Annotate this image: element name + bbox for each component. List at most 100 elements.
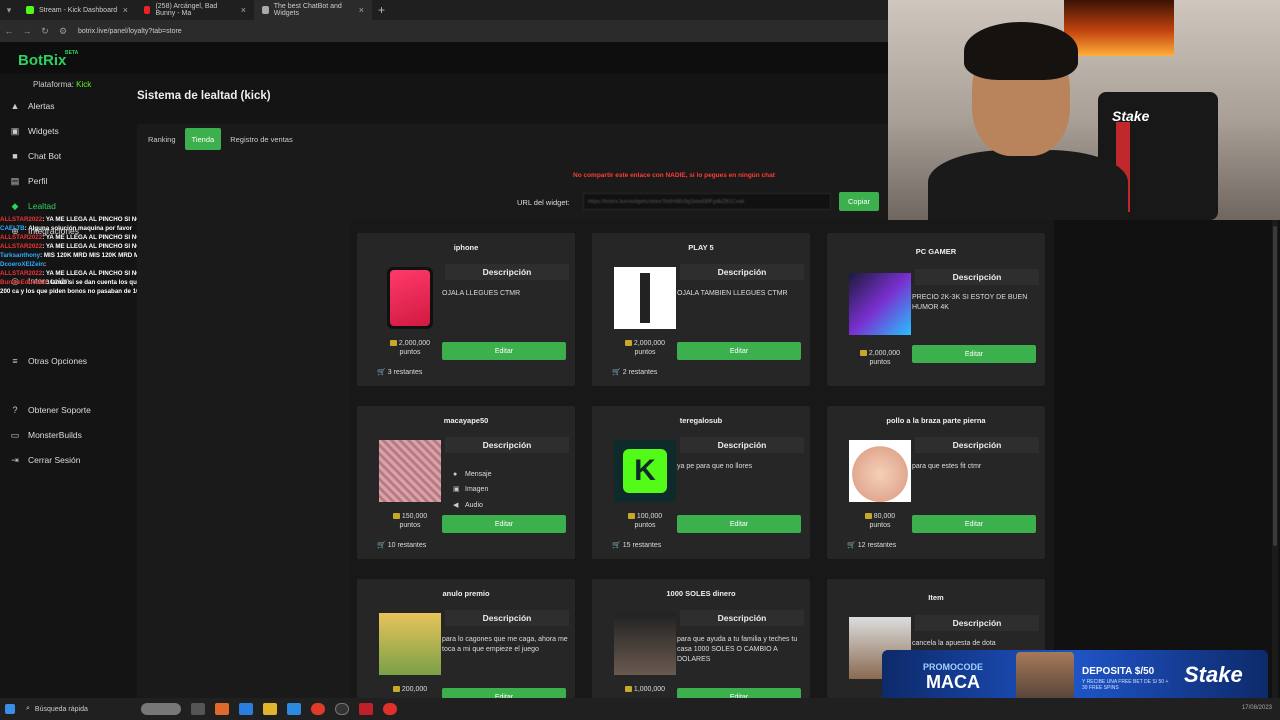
item-description: ya pe para que no llores	[677, 463, 753, 470]
promo-code-block: PROMOCODE MACA	[890, 662, 1016, 693]
search-placeholder: Búsqueda rápida	[34, 705, 88, 713]
edit-button[interactable]: Editar	[442, 342, 566, 360]
profile-icon: ▤	[10, 175, 20, 186]
task-view-icon[interactable]	[191, 703, 205, 715]
taskbar-search[interactable]: ⌕ Búsqueda rápida	[26, 705, 136, 713]
tab-tienda[interactable]: Tienda	[184, 128, 222, 150]
browser-tab-youtube[interactable]: (258) Arcángel, Bad Bunny - Ma ×	[136, 0, 254, 20]
sidebar-item-alertas[interactable]: ▲ Alertas	[10, 98, 55, 114]
edit-button[interactable]: Editar	[442, 515, 566, 533]
sidebar-item-label: Chat Bot	[28, 151, 62, 161]
edit-button[interactable]: Editar	[912, 345, 1036, 363]
streamer-hair	[964, 22, 1078, 80]
item-price: 2,000,000 puntos	[379, 339, 441, 358]
item-name: pollo a la braza parte pierna	[886, 416, 986, 425]
item-description: cancela la apuesta de dota	[912, 640, 996, 647]
stake-logo: Stake	[1112, 108, 1150, 124]
tab-menu-icon[interactable]: ▾	[0, 5, 18, 16]
tab-registro-ventas[interactable]: Registro de ventas	[223, 128, 300, 150]
description-list-label: Mensaje	[465, 471, 492, 478]
widget-url-label: URL del widget:	[517, 198, 570, 207]
item-price: 1,000,000	[614, 685, 676, 694]
promo-offer-sub: Y RECIBE UNA FREE BET DE S/ 50 + 30 FREE…	[1082, 679, 1169, 691]
edge-icon[interactable]	[239, 703, 253, 715]
item-name: teregalosub	[679, 416, 723, 425]
stock-text: 2 restantes	[622, 369, 658, 376]
back-icon[interactable]: ←	[0, 26, 18, 36]
chrome-icon[interactable]	[311, 703, 325, 715]
item-description: para que ayuda a tu familia y teches tu …	[677, 636, 798, 663]
chat-user: BurritoEducado	[0, 278, 47, 286]
item-name: PLAY 5	[688, 243, 714, 252]
tab-label: The best ChatBot and Widgets	[273, 3, 342, 17]
edit-button[interactable]: Editar	[442, 688, 566, 698]
item-price: 80,000 puntos	[849, 512, 911, 531]
app-icon[interactable]	[215, 703, 229, 715]
description-heading: Descripción	[915, 615, 1039, 631]
sidebar-item-monsterbuilds[interactable]: ▭ MonsterBuilds	[10, 427, 82, 443]
panel-tabs: Ranking Tienda Registro de ventas	[141, 128, 300, 150]
warning-text: No compartir este enlace con NADIE, si l…	[573, 172, 775, 179]
sidebar-item-perfil[interactable]: ▤ Perfil	[10, 173, 48, 189]
scrollbar-thumb[interactable]	[1273, 226, 1277, 546]
tab-label: (258) Arcángel, Bad Bunny - Ma	[155, 3, 218, 17]
sidebar-item-label: Cerrar Sesión	[28, 455, 81, 465]
streamer-webcam: Stake	[888, 0, 1280, 220]
chat-user: ALLSTAR2022	[0, 269, 43, 277]
edit-button[interactable]: Editar	[677, 515, 801, 533]
sidebar-item-cerrar-sesion[interactable]: ⇥ Cerrar Sesión	[10, 452, 80, 468]
system-tray[interactable]: 17/08/2023	[1242, 705, 1272, 712]
chat-user: ALLSTAR2022	[0, 216, 43, 223]
cart-icon: 🛒	[612, 369, 621, 376]
edit-button[interactable]: Editar	[677, 688, 801, 698]
reload-icon[interactable]: ↻	[36, 26, 54, 37]
item-stock: 🛒 15 restantes	[612, 541, 661, 549]
windows-start-icon[interactable]	[5, 704, 15, 714]
kick-favicon-icon	[26, 6, 34, 14]
browser-tab-kick[interactable]: Stream - Kick Dashboard ×	[18, 0, 136, 20]
chat-text: : Alguna solución maquina por favor	[24, 224, 133, 232]
chat-user: ALLSTAR2022	[0, 242, 43, 250]
url-field[interactable]: botrix.live/panel/loyalty?tab=store	[78, 28, 182, 35]
app-red-icon[interactable]	[359, 703, 373, 715]
widget-url-input[interactable]: https://botrix.live/widgets/store?bid=kB…	[583, 193, 831, 210]
item-description: para que estes fit ctmr	[912, 463, 982, 470]
browser-tab-botrix[interactable]: The best ChatBot and Widgets ×	[254, 0, 372, 20]
folder-icon[interactable]	[263, 703, 277, 715]
sidebar-item-widgets[interactable]: ▣ Widgets	[10, 123, 59, 139]
close-icon[interactable]: ×	[359, 5, 364, 15]
chat-user: CAELTB	[0, 224, 25, 232]
price-unit: puntos	[634, 522, 656, 530]
close-icon[interactable]: ×	[123, 5, 128, 15]
tab-ranking[interactable]: Ranking	[141, 128, 183, 150]
item-image	[379, 267, 441, 329]
chat-text: :	[44, 260, 47, 268]
edit-button[interactable]: Editar	[912, 515, 1036, 533]
store-item-card: PLAY 5 Descripción OJALA TAMBIEN LLEGUES C…	[592, 233, 810, 386]
new-tab-icon[interactable]: +	[378, 3, 385, 17]
platform-label: Plataforma:	[33, 80, 74, 89]
cart-icon: 🛒	[612, 542, 621, 549]
page-scrollbar[interactable]	[1272, 220, 1278, 698]
store-icon[interactable]	[287, 703, 301, 715]
site-info-icon[interactable]: ⚙	[54, 26, 72, 37]
widgets-news-icon[interactable]	[141, 703, 181, 715]
app-record-icon[interactable]	[383, 703, 397, 715]
sidebar-item-otras-opciones[interactable]: ≡ Otras Opciones	[10, 353, 87, 369]
botrix-logo[interactable]: BotRix	[18, 52, 66, 69]
close-icon[interactable]: ×	[241, 5, 246, 15]
streamer-body	[928, 150, 1128, 220]
sidebar-item-chatbot[interactable]: ■ Chat Bot	[10, 148, 61, 164]
edit-button[interactable]: Editar	[677, 342, 801, 360]
sidebar-item-label: Lealtad	[28, 201, 56, 211]
sidebar-item-lealtad[interactable]: ◆ Lealtad	[10, 198, 56, 214]
coin-icon	[392, 513, 400, 520]
copy-button[interactable]: Copiar	[839, 192, 879, 211]
description-heading: Descripción	[915, 269, 1039, 285]
description-list: ● Mensaje ▣ Imagen ◀ Audio	[453, 467, 491, 513]
platform-indicator: Plataforma: Kick	[33, 80, 91, 89]
forward-icon[interactable]: →	[18, 26, 36, 36]
obs-icon[interactable]	[335, 703, 349, 715]
sidebar-item-soporte[interactable]: ? Obtener Soporte	[10, 402, 90, 418]
promo-offer: DEPOSITA $/50 Y RECIBE UNA FREE BET DE S…	[1082, 666, 1172, 691]
